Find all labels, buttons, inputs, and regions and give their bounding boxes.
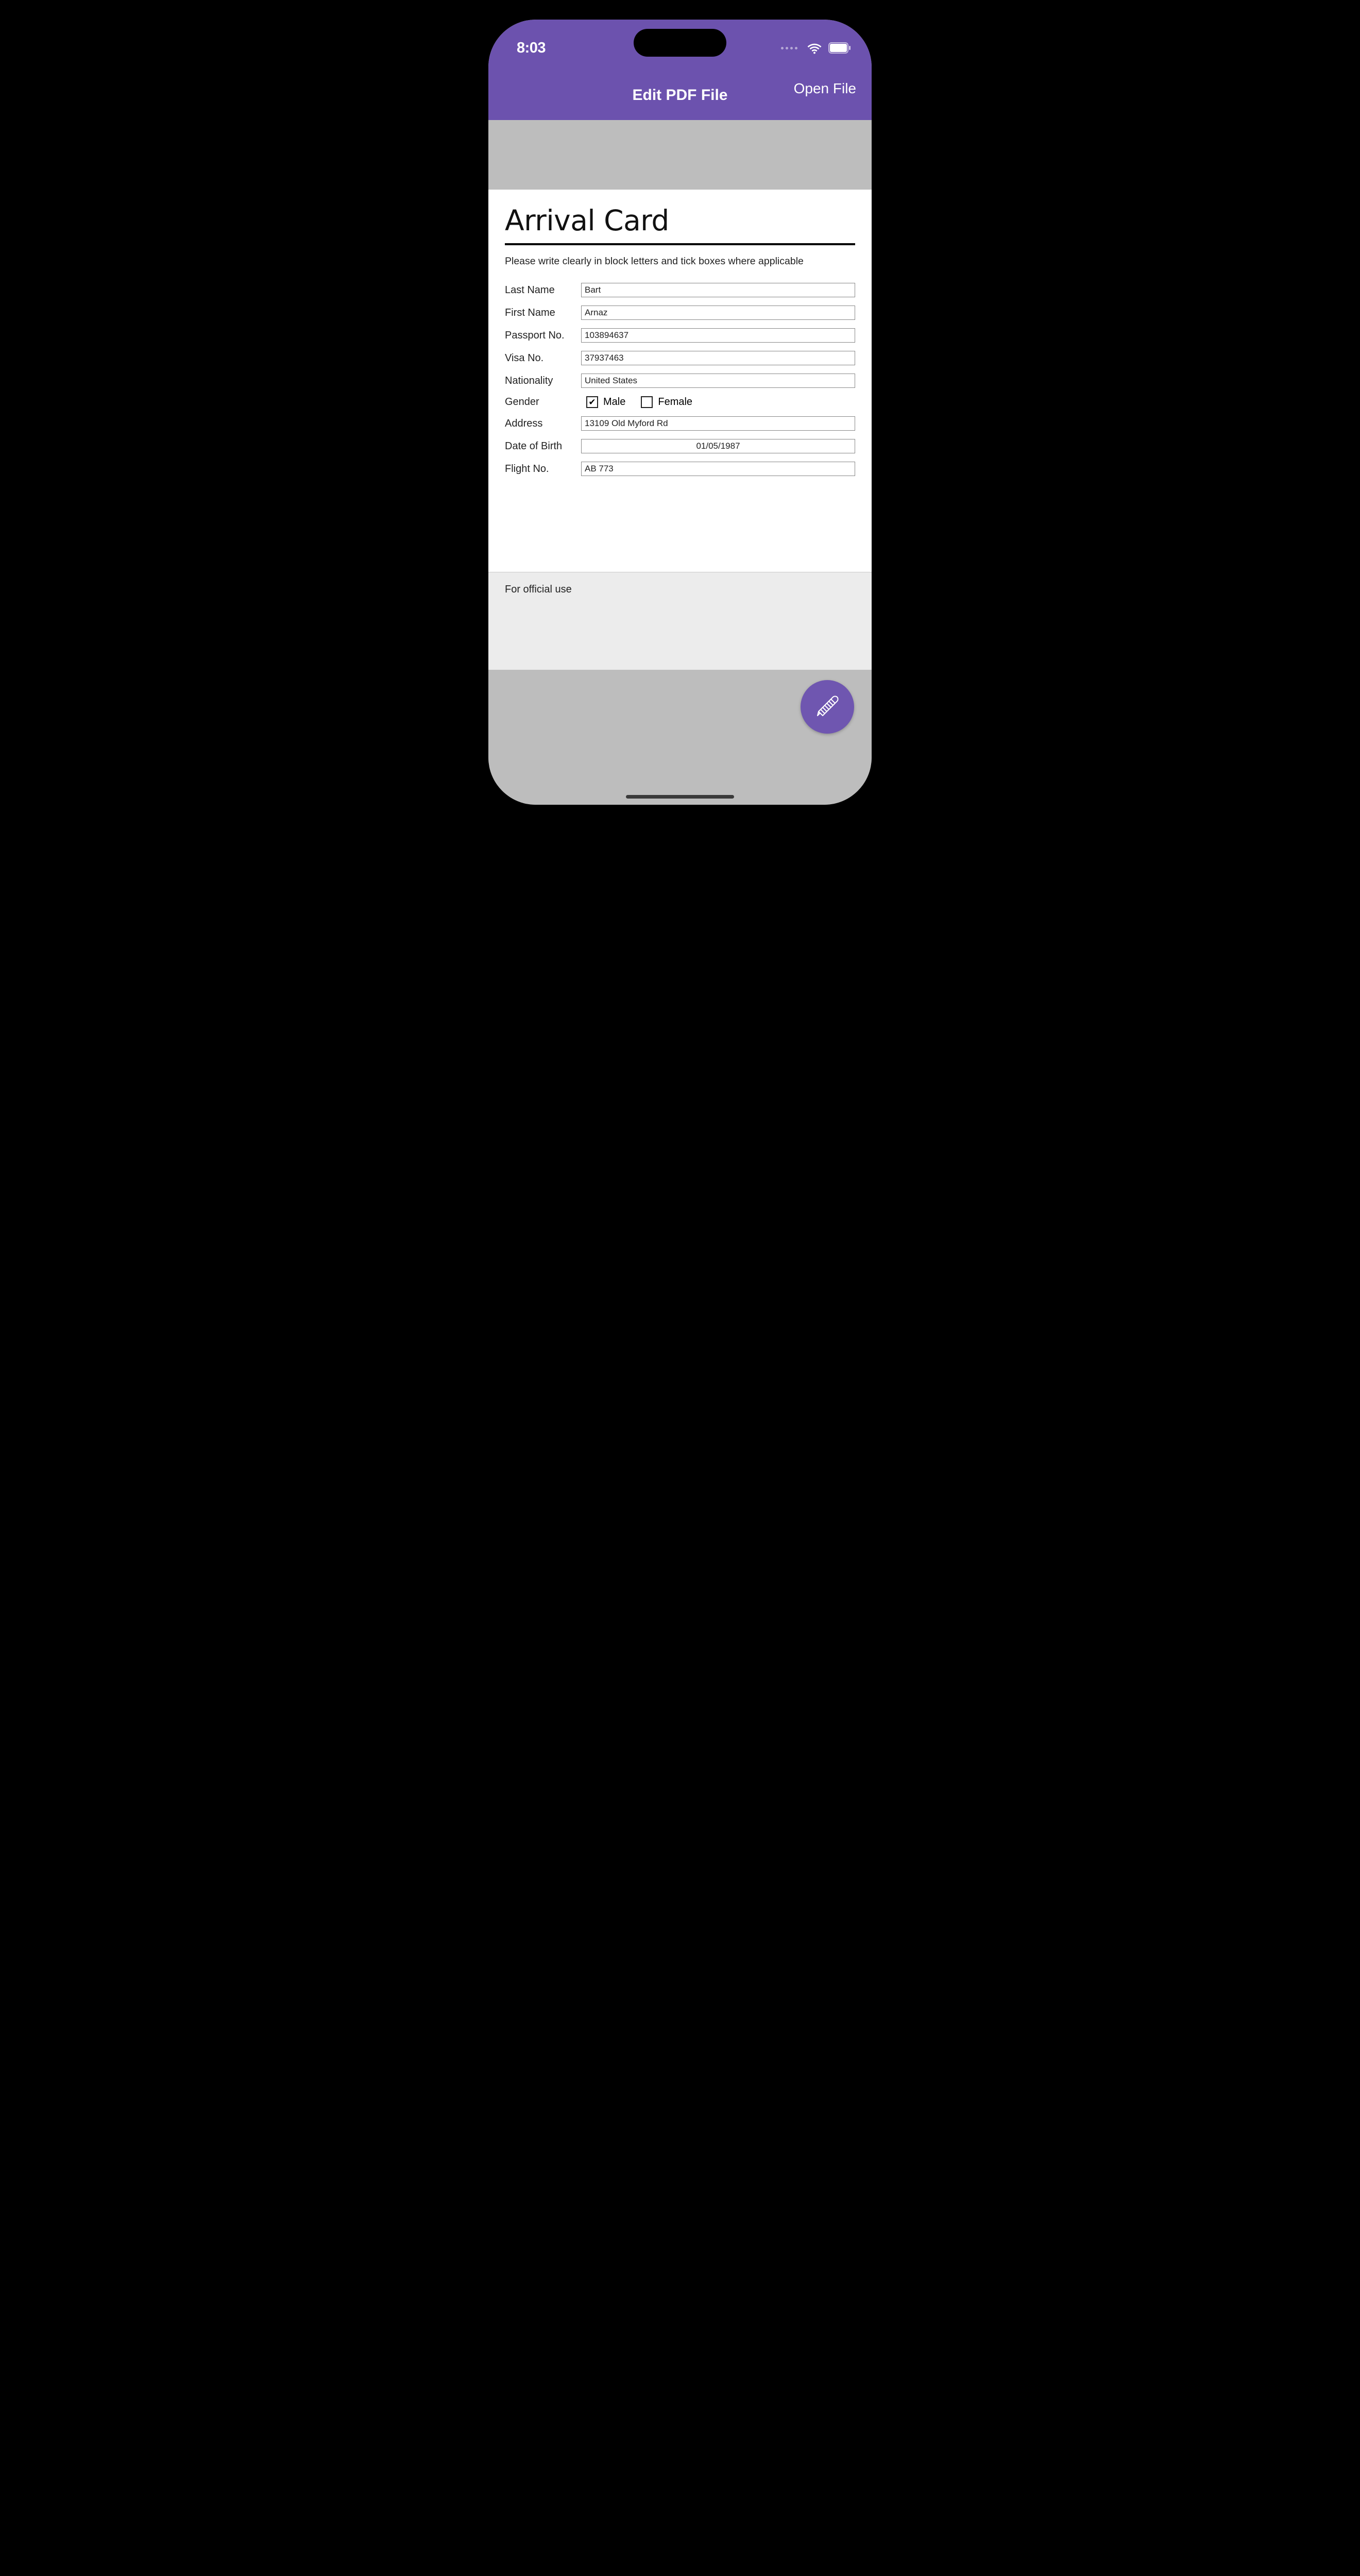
row-first-name: First Name Arnaz — [505, 306, 855, 320]
screen: 8:03 Edit PDF File Open File Arrival C — [488, 20, 872, 805]
document-title: Arrival Card — [505, 204, 855, 237]
row-flight-no: Flight No. AB 773 — [505, 462, 855, 476]
row-address: Address 13109 Old Myford Rd — [505, 416, 855, 431]
field-flight-no[interactable]: AB 773 — [581, 462, 855, 476]
official-use-section[interactable]: For official use — [488, 572, 872, 670]
gender-male-option[interactable]: ✔ Male — [586, 396, 625, 408]
instruction-text: Please write clearly in block letters an… — [505, 256, 855, 267]
label-male: Male — [603, 396, 625, 408]
row-gender: Gender ✔ Male Female — [505, 396, 855, 408]
status-time: 8:03 — [517, 40, 546, 57]
status-indicators — [781, 42, 851, 54]
edit-fab-button[interactable] — [801, 680, 854, 734]
navbar: Edit PDF File Open File — [488, 76, 872, 120]
pencil-icon — [813, 692, 841, 722]
power-button — [880, 227, 883, 299]
home-indicator[interactable] — [626, 795, 734, 799]
label-passport-no: Passport No. — [505, 330, 581, 342]
volume-down-button — [477, 263, 480, 309]
field-passport-no[interactable]: 103894637 — [581, 328, 855, 343]
label-first-name: First Name — [505, 307, 581, 319]
field-visa-no[interactable]: 37937463 — [581, 351, 855, 365]
row-last-name: Last Name Bart — [505, 283, 855, 297]
pdf-page[interactable]: Arrival Card Please write clearly in blo… — [488, 190, 872, 572]
checkbox-female[interactable] — [641, 396, 653, 408]
volume-up-button — [477, 206, 480, 252]
viewport-background-top[interactable] — [488, 120, 872, 190]
cellular-dots-icon — [781, 47, 797, 49]
field-last-name[interactable]: Bart — [581, 283, 855, 297]
dynamic-island — [634, 29, 726, 57]
row-passport-no: Passport No. 103894637 — [505, 328, 855, 343]
device-frame: 8:03 Edit PDF File Open File Arrival C — [479, 10, 881, 814]
row-visa-no: Visa No. 37937463 — [505, 351, 855, 365]
label-gender: Gender — [505, 396, 581, 408]
battery-icon — [828, 42, 851, 54]
label-last-name: Last Name — [505, 284, 581, 296]
checkbox-male[interactable]: ✔ — [586, 396, 598, 408]
open-file-button[interactable]: Open File — [794, 80, 856, 97]
gender-options: ✔ Male Female — [581, 396, 692, 408]
gender-female-option[interactable]: Female — [641, 396, 692, 408]
label-address: Address — [505, 418, 581, 430]
row-nationality: Nationality United States — [505, 374, 855, 388]
label-visa-no: Visa No. — [505, 352, 581, 364]
form-fields: Last Name Bart First Name Arnaz Passport… — [505, 283, 855, 476]
label-female: Female — [658, 396, 692, 408]
field-address[interactable]: 13109 Old Myford Rd — [581, 416, 855, 431]
title-rule — [505, 243, 855, 245]
row-dob: Date of Birth 01/05/1987 — [505, 439, 855, 453]
label-nationality: Nationality — [505, 375, 581, 387]
viewport-background-bottom[interactable] — [488, 670, 872, 805]
label-dob: Date of Birth — [505, 440, 581, 452]
field-dob[interactable]: 01/05/1987 — [581, 439, 855, 453]
side-button — [477, 155, 480, 178]
label-flight-no: Flight No. — [505, 463, 581, 475]
field-first-name[interactable]: Arnaz — [581, 306, 855, 320]
field-nationality[interactable]: United States — [581, 374, 855, 388]
nav-title: Edit PDF File — [632, 87, 727, 104]
wifi-icon — [807, 42, 822, 54]
official-use-label: For official use — [505, 584, 572, 595]
